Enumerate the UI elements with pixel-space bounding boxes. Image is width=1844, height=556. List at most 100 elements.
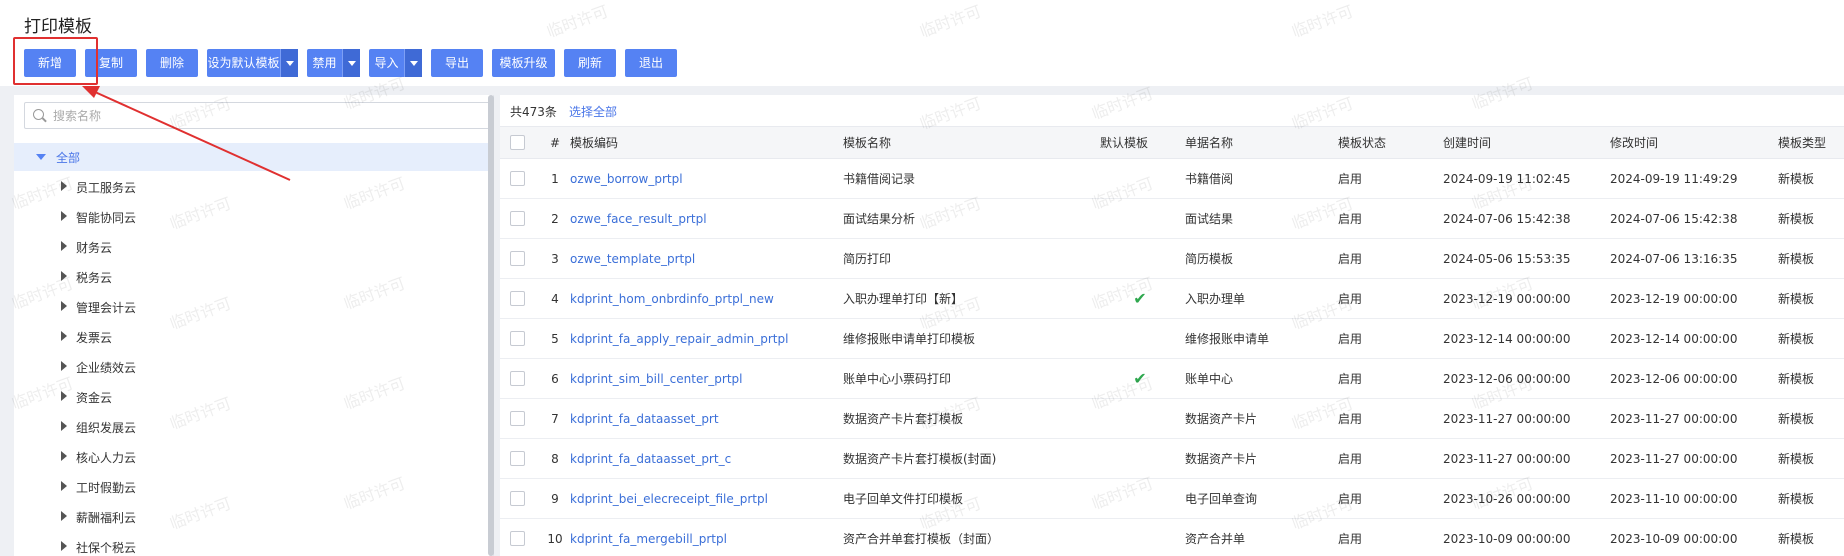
table-row[interactable]: 6 kdprint_sim_bill_center_prtpl 账单中心小票码打印 账… <box>500 359 1844 399</box>
caret-down-icon[interactable] <box>36 154 46 160</box>
caret-right-icon[interactable] <box>61 511 67 521</box>
template-code-link[interactable]: kdprint_fa_mergebill_prtpl <box>570 519 840 556</box>
table-row[interactable]: 3 ozwe_template_prtpl 简历打印 简历模板 启用 2024-05-06… <box>500 239 1844 279</box>
row-checkbox-cell <box>510 199 534 238</box>
template-code-link[interactable]: kdprint_fa_apply_repair_admin_prtpl <box>570 319 840 358</box>
tree-node[interactable]: 发票云 <box>14 321 493 351</box>
header-name[interactable]: 模板名称 <box>843 127 1093 158</box>
table-row[interactable]: 7 kdprint_fa_dataasset_prt 数据资产卡片套打模板 数据资产卡… <box>500 399 1844 439</box>
category-tree: 全部 员工服务云 智能协同云 财务云 税务云 管理会计云 发票云 企业绩效云 资金云 组织发展云… <box>14 143 493 556</box>
bill-name: 维修报账申请单 <box>1185 332 1270 346</box>
tree-node[interactable]: 税务云 <box>14 261 493 291</box>
row-checkbox[interactable] <box>510 211 525 226</box>
refresh-button-label: 刷新 <box>577 56 602 70</box>
tree-node[interactable]: 薪酬福利云 <box>14 501 493 531</box>
row-checkbox[interactable] <box>510 291 525 306</box>
import-button[interactable]: 导入 <box>369 49 422 77</box>
row-number: 9 <box>551 491 559 506</box>
row-checkbox[interactable] <box>510 331 525 346</box>
caret-right-icon[interactable] <box>61 211 67 221</box>
search-box[interactable] <box>24 102 492 129</box>
tree-node[interactable]: 社保个税云 <box>14 531 493 556</box>
exit-button[interactable]: 退出 <box>625 49 677 77</box>
table-row[interactable]: 2 ozwe_face_result_prtpl 面试结果分析 面试结果 启用 2024-… <box>500 199 1844 239</box>
default-template-cell: ✔ <box>1100 279 1180 318</box>
table-row[interactable]: 4 kdprint_hom_onbrdinfo_prtpl_new 入职办理单打印【… <box>500 279 1844 319</box>
bill-name: 账单中心 <box>1185 372 1234 386</box>
caret-right-icon[interactable] <box>61 451 67 461</box>
table-row[interactable]: 10 kdprint_fa_mergebill_prtpl 资产合并单套打模板（封面… <box>500 519 1844 556</box>
tree-node[interactable]: 管理会计云 <box>14 291 493 321</box>
row-checkbox[interactable] <box>510 531 525 546</box>
caret-right-icon[interactable] <box>61 241 67 251</box>
template-code-link[interactable]: ozwe_template_prtpl <box>570 239 840 278</box>
template-name: 数据资产卡片套打模板(封面) <box>843 452 997 466</box>
delete-button[interactable]: 删除 <box>146 49 198 77</box>
disable-button[interactable]: 禁用 <box>307 49 360 77</box>
created-time: 2024-07-06 15:42:38 <box>1443 211 1571 226</box>
template-code-link[interactable]: kdprint_bei_elecreceipt_file_prtpl <box>570 479 840 518</box>
caret-right-icon[interactable] <box>61 481 67 491</box>
chevron-down-icon[interactable] <box>280 49 298 77</box>
row-checkbox[interactable] <box>510 251 525 266</box>
tree-node[interactable]: 工时假勤云 <box>14 471 493 501</box>
caret-right-icon[interactable] <box>61 271 67 281</box>
template-code-link[interactable]: ozwe_borrow_prtpl <box>570 159 840 198</box>
caret-right-icon[interactable] <box>61 391 67 401</box>
row-checkbox[interactable] <box>510 411 525 426</box>
row-checkbox[interactable] <box>510 491 525 506</box>
caret-right-icon[interactable] <box>61 541 67 551</box>
template-name: 数据资产卡片套打模板 <box>843 412 964 426</box>
header-code[interactable]: 模板编码 <box>570 127 840 158</box>
header-created[interactable]: 创建时间 <box>1443 127 1613 158</box>
default-template-cell <box>1100 399 1180 438</box>
caret-right-icon[interactable] <box>61 181 67 191</box>
select-all-link[interactable]: 选择全部 <box>569 103 617 120</box>
template-code-link[interactable]: kdprint_sim_bill_center_prtpl <box>570 359 840 398</box>
tree-node[interactable]: 组织发展云 <box>14 411 493 441</box>
tree-scrollbar[interactable] <box>488 95 494 556</box>
header-checkbox-cell <box>510 127 534 158</box>
template-code-link[interactable]: kdprint_fa_dataasset_prt_c <box>570 439 840 478</box>
tree-node[interactable]: 智能协同云 <box>14 201 493 231</box>
set-default-button[interactable]: 设为默认模板 <box>207 49 298 77</box>
row-checkbox[interactable] <box>510 451 525 466</box>
refresh-button[interactable]: 刷新 <box>564 49 616 77</box>
caret-right-icon[interactable] <box>61 421 67 431</box>
tree-node[interactable]: 企业绩效云 <box>14 351 493 381</box>
category-tree-panel: 全部 员工服务云智能协同云财务云税务云管理会计云发票云企业绩效云资金云组织发展云… <box>14 95 494 556</box>
tree-node[interactable]: 财务云 <box>14 231 493 261</box>
template-type: 新模板 <box>1778 252 1815 266</box>
table-row[interactable]: 9 kdprint_bei_elecreceipt_file_prtpl 电子回单文… <box>500 479 1844 519</box>
search-input[interactable] <box>53 107 473 125</box>
row-checkbox[interactable] <box>510 371 525 386</box>
table-row[interactable]: 8 kdprint_fa_dataasset_prt_c 数据资产卡片套打模板(封面… <box>500 439 1844 479</box>
header-status[interactable]: 模板状态 <box>1338 127 1428 158</box>
template-name: 资产合并单套打模板（封面） <box>843 532 1000 546</box>
template-code-link[interactable]: ozwe_face_result_prtpl <box>570 199 840 238</box>
export-button[interactable]: 导出 <box>431 49 483 77</box>
header-modified[interactable]: 修改时间 <box>1610 127 1780 158</box>
tree-node-all[interactable]: 全部 <box>14 143 493 171</box>
caret-right-icon[interactable] <box>61 361 67 371</box>
template-status: 启用 <box>1338 372 1363 386</box>
created-time: 2023-11-27 00:00:00 <box>1443 451 1571 466</box>
header-bill[interactable]: 单据名称 <box>1185 127 1335 158</box>
header-type[interactable]: 模板类型 <box>1778 127 1844 158</box>
table-row[interactable]: 5 kdprint_fa_apply_repair_admin_prtpl 维修报账… <box>500 319 1844 359</box>
upgrade-button[interactable]: 模板升级 <box>492 49 555 77</box>
caret-right-icon[interactable] <box>61 301 67 311</box>
template-code-link[interactable]: kdprint_hom_onbrdinfo_prtpl_new <box>570 279 840 318</box>
template-code-link[interactable]: kdprint_fa_dataasset_prt <box>570 399 840 438</box>
chevron-down-icon[interactable] <box>342 49 360 77</box>
chevron-down-icon[interactable] <box>404 49 422 77</box>
tree-node[interactable]: 资金云 <box>14 381 493 411</box>
tree-node[interactable]: 员工服务云 <box>14 171 493 201</box>
table-row[interactable]: 1 ozwe_borrow_prtpl 书籍借阅记录 书籍借阅 启用 2024-09-19… <box>500 159 1844 199</box>
row-number: 8 <box>551 451 559 466</box>
header-default[interactable]: 默认模板 <box>1100 127 1180 158</box>
caret-right-icon[interactable] <box>61 331 67 341</box>
select-all-checkbox[interactable] <box>510 135 525 150</box>
tree-node[interactable]: 核心人力云 <box>14 441 493 471</box>
row-checkbox[interactable] <box>510 171 525 186</box>
